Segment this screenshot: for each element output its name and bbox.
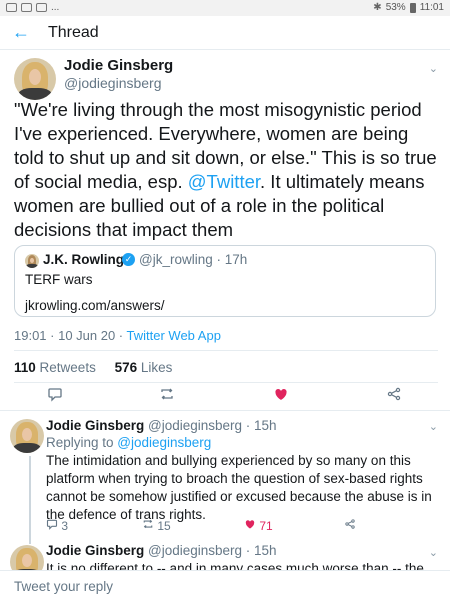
retweet-icon[interactable] [142,519,154,533]
reply-action-like[interactable]: 71 [244,518,273,533]
reply-meta: @jodieginsberg · 15h [144,418,277,433]
clock: 11:01 [419,2,444,13]
app-header: ← Thread [0,16,450,50]
tweet-stats: 110 Retweets 576 Likes [14,360,172,375]
chevron-down-icon[interactable]: ⌄ [429,420,438,433]
page-title: Thread [48,24,99,41]
heart-icon[interactable] [271,386,291,405]
mention-link[interactable]: @Twitter [188,171,260,192]
quote-link[interactable]: jkrowling.com/answers/ [25,298,165,313]
avatar [25,254,39,268]
reply-meta: @jodieginsberg · 15h [144,543,277,558]
back-arrow-icon[interactable]: ← [10,22,32,44]
reply-action-reply[interactable]: 3 [46,518,68,533]
chevron-down-icon[interactable]: ⌄ [429,62,438,75]
likes-label[interactable]: Likes [141,360,173,375]
verified-icon: ✓ [122,253,135,266]
heart-icon[interactable] [244,519,256,533]
replying-to: Replying to @jodieginsberg [46,435,211,450]
replying-link[interactable]: @jodieginsberg [117,435,211,450]
status-dots: ... [51,2,60,13]
tweet-actions [0,386,450,410]
reply-text: It is no different to -- and in many cas… [46,561,424,570]
tweet-timestamp: 19:01 · 10 Jun 20 · Twitter Web App [14,328,221,343]
quote-author-name: J.K. Rowling [43,252,124,267]
like-count: 71 [259,519,273,533]
reply-actions: 3 15 71 [46,518,436,536]
tweet-text: "We're living through the most misogynis… [14,98,438,242]
quote-author-handle: @jk_rowling · 17h [139,252,248,267]
quote-text: TERF wars [25,272,93,287]
retweets-label[interactable]: Retweets [40,360,96,375]
quoted-tweet[interactable]: J.K. Rowling ✓ @jk_rowling · 17h TERF wa… [14,245,436,317]
retweet-icon[interactable] [157,386,177,405]
reply-count: 3 [61,519,69,533]
divider [14,350,438,351]
reply-icon[interactable] [45,386,65,405]
like-count[interactable]: 576 [115,360,138,375]
avatar[interactable] [14,58,56,100]
chevron-down-icon[interactable]: ⌄ [429,546,438,559]
compose-bar [0,570,450,600]
battery-percent: 53% [385,2,406,13]
gallery-icon [21,3,32,12]
replying-prefix: Replying to [46,435,118,450]
reply-author[interactable]: Jodie Ginsberg @jodieginsberg · 15h [46,418,277,433]
author-handle[interactable]: @jodieginsberg [64,75,162,91]
status-right: ✱ 53% 11:01 [373,2,444,13]
reply-author-name[interactable]: Jodie Ginsberg [46,418,144,433]
battery-icon [409,2,416,13]
source-link[interactable]: Twitter Web App [127,328,221,343]
divider [14,382,438,383]
timestamp-text: 19:01 · 10 Jun 20 · [14,328,127,343]
retweet-count: 15 [157,519,171,533]
reply-action-retweet[interactable]: 15 [142,518,171,533]
reply-input[interactable] [14,577,434,595]
wifi-icon: ✱ [373,2,382,13]
author-name[interactable]: Jodie Ginsberg [64,57,173,74]
link-icon [36,3,47,12]
share-icon[interactable] [384,386,404,405]
avatar[interactable] [10,419,44,453]
share-icon[interactable] [344,518,356,533]
status-left: ... [6,2,59,13]
thread-line [29,456,31,544]
status-bar: ... ✱ 53% 11:01 [0,0,450,16]
reply-text: The intimidation and bullying experience… [46,453,432,522]
section-divider [0,410,450,411]
notification-icon [6,3,17,12]
retweet-count[interactable]: 110 [14,360,36,375]
reply-author-name[interactable]: Jodie Ginsberg [46,543,144,558]
reply-icon[interactable] [46,519,58,533]
reply-author[interactable]: Jodie Ginsberg @jodieginsberg · 15h [46,543,277,558]
